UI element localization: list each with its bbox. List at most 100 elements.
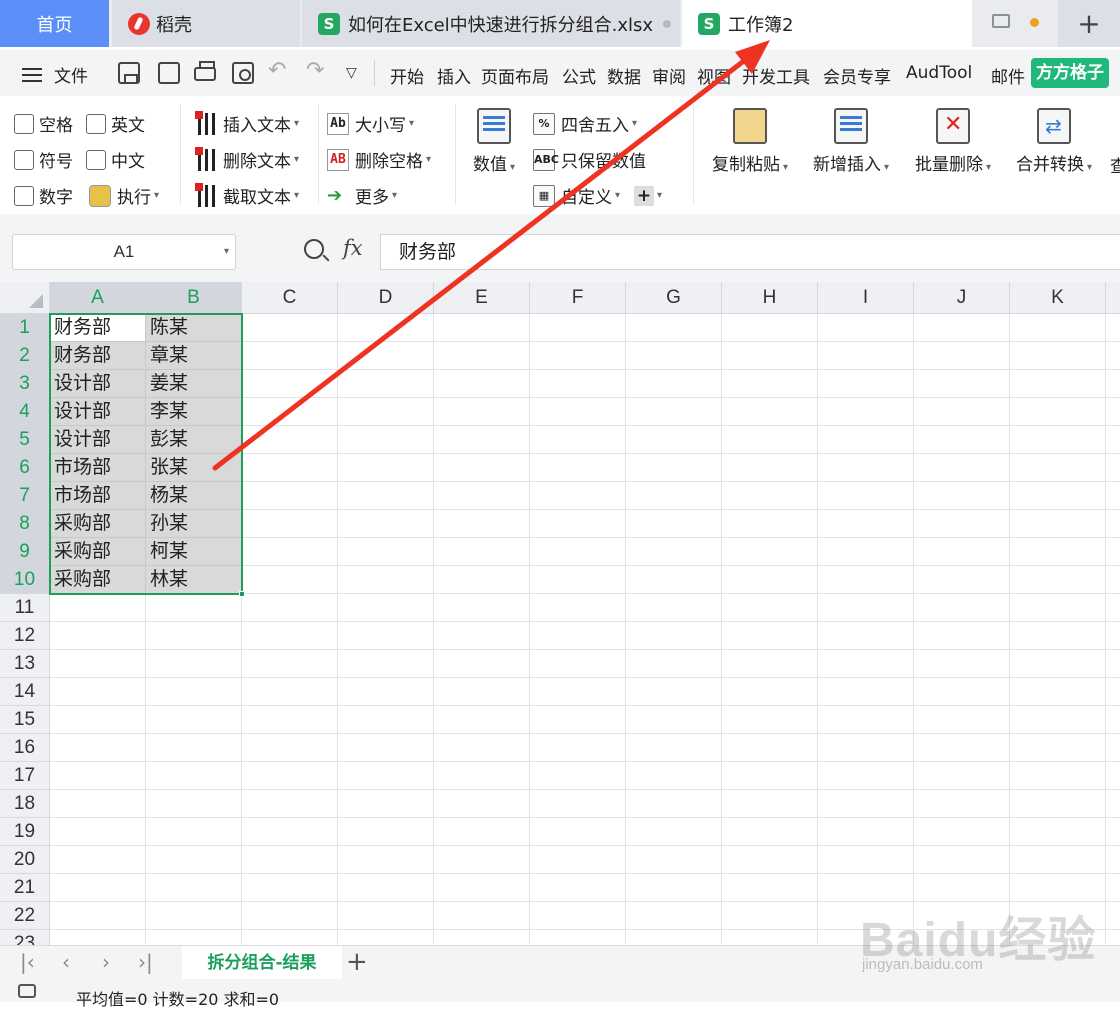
menu-formula[interactable]: 公式 [562,63,596,88]
cell[interactable] [434,706,530,734]
numeric-button[interactable]: 数值 ▾ [466,108,522,175]
column-header-b[interactable]: B [146,282,242,314]
row-header-10[interactable]: 10 [0,566,50,594]
cell[interactable] [626,762,722,790]
row-header-2[interactable]: 2 [0,342,50,370]
cell[interactable] [242,566,338,594]
cell[interactable] [434,902,530,930]
cell[interactable] [1106,398,1120,426]
cell[interactable] [338,734,434,762]
cell[interactable] [242,650,338,678]
row-header-20[interactable]: 20 [0,846,50,874]
cell[interactable] [1106,482,1120,510]
fx-icon[interactable]: fx [343,236,363,260]
cell[interactable] [1010,762,1106,790]
cell[interactable] [818,342,914,370]
menu-data[interactable]: 数据 [607,63,641,88]
cell[interactable]: 张某 [146,454,242,482]
undo-icon[interactable]: ↶ [268,58,290,83]
cell[interactable] [434,314,530,342]
tab-close-dot-icon[interactable] [663,19,672,28]
menu-fangfang-gezi[interactable]: 方方格子 [1031,58,1109,88]
cell[interactable] [338,398,434,426]
new-tab-button[interactable]: + [1058,0,1120,47]
checkbox-box[interactable] [14,149,34,170]
chevron-down-icon[interactable]: ▽ [346,65,368,87]
column-header-f[interactable]: F [530,282,626,314]
cell[interactable] [914,650,1010,678]
cell[interactable] [530,426,626,454]
cell[interactable]: 陈某 [146,314,242,342]
cell[interactable] [530,314,626,342]
monitor-icon[interactable] [992,14,1010,28]
column-header-e[interactable]: E [434,282,530,314]
row-header-4[interactable]: 4 [0,398,50,426]
cell[interactable] [818,314,914,342]
cell[interactable] [1106,818,1120,846]
cell[interactable] [722,398,818,426]
cell[interactable]: 孙某 [146,510,242,538]
cell[interactable] [914,706,1010,734]
row-header-17[interactable]: 17 [0,762,50,790]
cell[interactable] [242,678,338,706]
cell[interactable] [1010,622,1106,650]
cell[interactable] [434,818,530,846]
cell[interactable] [914,482,1010,510]
row-header-22[interactable]: 22 [0,902,50,930]
cell[interactable] [434,678,530,706]
cell[interactable]: 财务部 [50,342,146,370]
menu-developer[interactable]: 开发工具 [742,63,810,88]
cell[interactable] [530,706,626,734]
cell[interactable] [626,678,722,706]
cell[interactable] [530,874,626,902]
cell[interactable] [1010,734,1106,762]
cell[interactable] [242,622,338,650]
cell[interactable] [242,454,338,482]
cell[interactable] [722,510,818,538]
cell[interactable] [914,314,1010,342]
chevron-down-icon[interactable]: ▾ [657,190,662,201]
cell[interactable] [338,342,434,370]
cell[interactable] [1010,678,1106,706]
cell[interactable] [626,790,722,818]
cell[interactable] [338,510,434,538]
cell[interactable]: 财务部 [50,314,146,342]
cell[interactable] [338,622,434,650]
cell[interactable] [818,370,914,398]
row-header-6[interactable]: 6 [0,454,50,482]
cell[interactable]: 姜某 [146,370,242,398]
cell[interactable] [338,902,434,930]
menu-insert[interactable]: 插入 [437,63,471,88]
cell[interactable] [338,454,434,482]
cell[interactable] [530,342,626,370]
cell[interactable]: 李某 [146,398,242,426]
checkbox-chinese[interactable]: 中文 [86,147,145,172]
spreadsheet-grid[interactable]: ABCDEFGHIJK 1 2 3 4 5 6 7 8 9 10 11 12 13 14 15 16 17 18 1… [0,282,1120,945]
cell[interactable] [818,930,914,945]
cell[interactable]: 设计部 [50,426,146,454]
cell[interactable] [50,650,146,678]
cell[interactable] [242,930,338,945]
cell[interactable] [434,566,530,594]
cell[interactable] [338,706,434,734]
cell[interactable] [50,734,146,762]
cell[interactable] [50,790,146,818]
cell[interactable] [50,706,146,734]
copy-paste-button[interactable]: 复制粘贴 ▾ [704,108,796,175]
merge-convert-button[interactable]: 合并转换▾ [1008,108,1100,175]
menu-audtool[interactable]: AudTool [906,63,972,83]
row-header-13[interactable]: 13 [0,650,50,678]
tab-document-xlsx[interactable]: S 如何在Excel中快速进行拆分组合.xlsx [302,0,680,47]
cell[interactable] [50,846,146,874]
case-button[interactable]: Ab 大小写 ▾ [327,111,414,136]
redo-icon[interactable]: ↷ [306,58,328,83]
cell[interactable] [50,818,146,846]
column-header-j[interactable]: J [914,282,1010,314]
cell[interactable] [434,342,530,370]
cell[interactable] [50,930,146,945]
select-all-corner[interactable] [0,282,50,314]
cell[interactable] [242,370,338,398]
cell[interactable] [1106,874,1120,902]
cell[interactable] [1106,930,1120,945]
round-button[interactable]: % 四舍五入 ▾ [533,111,637,136]
